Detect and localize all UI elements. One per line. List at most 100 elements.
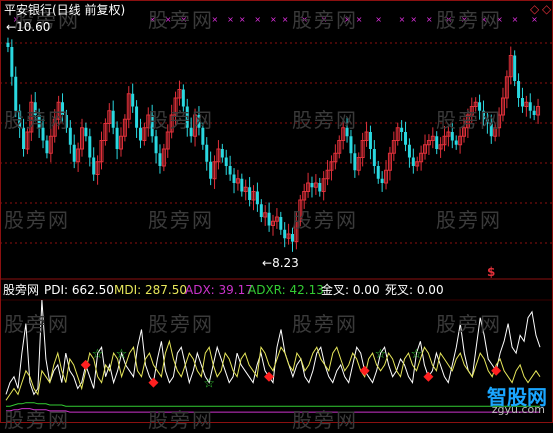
candle-body xyxy=(224,157,228,166)
watermark: 股旁网 xyxy=(292,8,358,32)
signal-x-mark: × xyxy=(375,15,382,24)
candle-body xyxy=(6,42,10,47)
golden-cross-star-icon: ☆ xyxy=(116,347,128,362)
high-price-label: ←10.60 xyxy=(6,20,50,34)
candle-body xyxy=(368,132,372,149)
candle-body xyxy=(115,127,119,149)
candle-body xyxy=(248,187,252,200)
watermark: 股旁网 xyxy=(436,312,502,336)
watermark: 股旁网 xyxy=(436,208,502,232)
watermark: 股旁网 xyxy=(292,408,358,432)
arrow-left-icon: ← xyxy=(262,256,273,270)
death-cross-marker-icon xyxy=(148,377,159,388)
watermark: 股旁网 xyxy=(148,312,214,336)
arrow-left-icon: ← xyxy=(6,20,17,34)
indicator-name: 股旁网 xyxy=(3,283,40,297)
candle-body xyxy=(84,127,88,137)
candle-body xyxy=(220,149,224,158)
adx-label: ADX: 39.17 xyxy=(185,283,253,297)
signal-x-mark: × xyxy=(410,15,417,24)
candle-body xyxy=(353,153,357,171)
site-logo: 智股网 zgyu.com xyxy=(455,381,551,421)
candle-body xyxy=(283,229,287,239)
candle-body xyxy=(454,140,458,145)
candle-body xyxy=(517,81,521,98)
signal-x-mark: × xyxy=(239,15,246,24)
signal-x-mark: × xyxy=(227,15,234,24)
death-cross-marker-icon xyxy=(264,371,275,382)
watermark: 股旁网 xyxy=(148,208,214,232)
candle-body xyxy=(318,183,322,192)
candle-body xyxy=(528,102,532,111)
death-cross-marker-icon xyxy=(359,365,370,376)
candle-body xyxy=(10,47,14,77)
death-cross-marker-icon xyxy=(423,371,434,382)
diamond-icon: ◇ xyxy=(530,2,540,16)
candle-body xyxy=(92,157,96,175)
signal-x-mark: × xyxy=(282,15,289,24)
low-price-value: 8.23 xyxy=(272,256,299,270)
candle-body xyxy=(131,93,135,107)
candle-body xyxy=(228,166,232,175)
candle-body xyxy=(255,191,259,205)
candle-body xyxy=(267,212,271,226)
candle-body xyxy=(310,183,314,188)
watermark: 股旁网 xyxy=(4,408,70,432)
candle-body xyxy=(380,178,384,183)
candle-body xyxy=(407,144,411,158)
chart-title: 平安银行(日线 前复权) xyxy=(4,3,126,17)
candle-body xyxy=(259,204,263,217)
watermark: 股旁网 xyxy=(292,312,358,336)
mdi-label: MDI: 287.50 xyxy=(114,283,187,297)
candle-body xyxy=(232,174,236,183)
watermark: 股旁网 xyxy=(292,108,358,132)
watermark: 股旁网 xyxy=(292,208,358,232)
watermark: 股旁网 xyxy=(4,312,70,336)
logo-url: zgyu.com xyxy=(491,403,545,416)
candle-body xyxy=(138,127,142,141)
candle-body xyxy=(45,140,49,154)
watermark: 股旁网 xyxy=(148,8,214,32)
signal-x-mark: × xyxy=(426,15,433,24)
candle-body xyxy=(450,132,454,141)
candle-body xyxy=(435,136,439,149)
diamond-icon: ◇ xyxy=(542,2,552,16)
watermark: 股旁网 xyxy=(148,408,214,432)
candle-body xyxy=(404,132,408,145)
death-cross-marker-icon xyxy=(80,359,91,370)
candle-body xyxy=(290,234,294,242)
golden-cross-label: 金叉: 0.00 xyxy=(321,283,380,297)
candle-body xyxy=(376,166,380,179)
candle-body xyxy=(154,136,158,154)
candle-body xyxy=(349,136,353,154)
death-cross-label: 死叉: 0.00 xyxy=(385,283,444,297)
candle-body xyxy=(158,153,162,166)
candle-body xyxy=(520,98,524,107)
candle-body xyxy=(72,144,76,162)
low-price-label: ←8.23 xyxy=(262,256,299,270)
watermark: 股旁网 xyxy=(148,108,214,132)
watermark: 股旁网 xyxy=(4,108,70,132)
candle-body xyxy=(135,106,139,128)
watermark: 股旁网 xyxy=(4,208,70,232)
golden-cross-star-icon: ☆ xyxy=(203,377,215,392)
golden-cross-star-icon: ☆ xyxy=(410,347,422,362)
candle-body xyxy=(372,149,376,166)
signal-x-mark: × xyxy=(270,15,277,24)
signal-x-mark: × xyxy=(531,15,538,24)
golden-cross-star-icon: ☆ xyxy=(375,347,387,362)
candle-body xyxy=(205,144,209,162)
candle-body xyxy=(209,161,213,179)
candle-body xyxy=(240,178,244,192)
candle-body xyxy=(111,110,115,128)
signal-x-mark: × xyxy=(254,15,261,24)
signal-x-mark: × xyxy=(512,15,519,24)
candle-body xyxy=(400,127,404,132)
candle-body xyxy=(411,157,415,166)
watermark: 股旁网 xyxy=(436,108,502,132)
signal-x-mark: × xyxy=(399,15,406,24)
adxr-label: ADXR: 42.13 xyxy=(248,283,324,297)
golden-cross-star-icon: ☆ xyxy=(92,347,104,362)
dollar-marker: $ xyxy=(487,265,496,279)
candle-body xyxy=(88,136,92,158)
